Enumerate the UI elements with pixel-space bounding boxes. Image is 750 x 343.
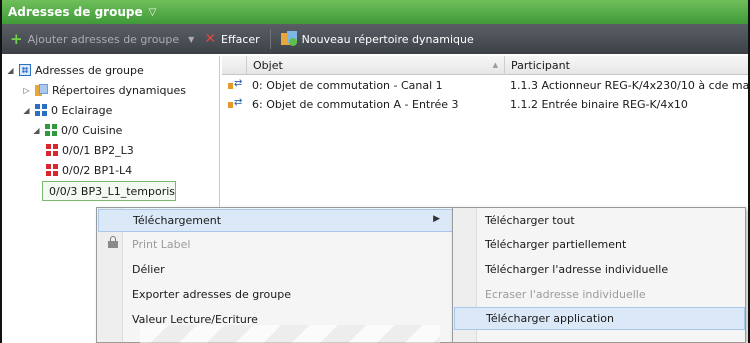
menu-item-label: Exporter adresses de groupe xyxy=(132,288,291,301)
new-dynamic-folder-button[interactable]: Nouveau répertoire dynamique xyxy=(280,24,484,54)
panel-title-bar[interactable]: Adresses de groupe ▽ xyxy=(2,0,748,24)
table-cell-participant: 1.1.2 Entrée binaire REG-K/4x10 xyxy=(510,98,688,111)
menu-item-label: Délier xyxy=(132,263,165,276)
panel-title: Adresses de groupe xyxy=(8,5,143,19)
submenu-item-label: Télécharger tout xyxy=(485,214,575,227)
submenu-arrow-icon: ▶ xyxy=(433,214,440,224)
objects-table: Objet ▲ Participant ⇄ 0: Objet de commut… xyxy=(222,56,748,186)
menu-item-label: Print Label xyxy=(132,238,191,251)
submenu-item-download-all[interactable]: Télécharger tout xyxy=(454,209,745,232)
delete-x-icon: ✕ xyxy=(204,31,217,47)
table-row[interactable]: ⇄ 0: Objet de commutation - Canal 1 1.1.… xyxy=(222,76,748,95)
table-cell-objet: 6: Objet de commutation A - Entrée 3 xyxy=(252,98,459,111)
column-header-participant[interactable]: Participant xyxy=(504,56,748,75)
table-row[interactable]: ⇄ 6: Objet de commutation A - Entrée 3 1… xyxy=(222,95,748,114)
submenu-item-label: Télécharger l'adresse individuelle xyxy=(485,263,669,276)
delete-label: Effacer xyxy=(221,32,260,46)
dynamic-folder-icon xyxy=(35,83,48,97)
menu-item-label: Téléchargement xyxy=(133,214,222,227)
bottom-watermark-stripes xyxy=(140,325,440,343)
tree-node-address-label: 0/0/3 BP3_L1_temporisé xyxy=(49,184,176,198)
table-cell-participant: 1.1.3 Actionneur REG-K/4x230/10 à cde ma… xyxy=(510,79,748,92)
group-address-icon xyxy=(46,164,58,176)
expanded-arrow-icon[interactable]: ◢ xyxy=(22,106,31,115)
submenu-item-download-individual-address[interactable]: Télécharger l'adresse individuelle xyxy=(454,258,745,281)
menu-item-telechargement[interactable]: Téléchargement ▶ xyxy=(98,209,453,232)
table-cell-objet: 0: Objet de commutation - Canal 1 xyxy=(252,79,443,92)
column-header-objet[interactable]: Objet ▲ xyxy=(246,56,504,75)
tree-node-main-group-label: 0 Eclairage xyxy=(51,103,113,117)
chevron-down-icon[interactable]: ▼ xyxy=(188,35,194,44)
lock-icon xyxy=(108,236,118,249)
tree-node-root[interactable]: ◢ Adresses de groupe xyxy=(6,60,144,80)
tree-node-middle-group-label: 0/0 Cuisine xyxy=(61,123,123,137)
expanded-arrow-icon[interactable]: ◢ xyxy=(32,126,41,135)
column-header-icon[interactable] xyxy=(222,56,246,75)
tree-node-address-selected[interactable]: 0/0/3 BP3_L1_temporisé xyxy=(42,181,176,201)
tree-node-middle-group[interactable]: ◢ 0/0 Cuisine xyxy=(32,120,122,140)
column-header-participant-label: Participant xyxy=(511,59,570,72)
middle-group-icon xyxy=(45,124,57,136)
tree-node-dynamic-folders[interactable]: ▷ Répertoires dynamiques xyxy=(22,80,186,100)
toolbar: + Ajouter adresses de groupe ▼ ✕ Effacer… xyxy=(2,24,748,54)
group-addresses-icon xyxy=(19,64,31,76)
submenu-item-label: Télécharger partiellement xyxy=(485,238,627,251)
download-submenu: Télécharger tout Télécharger partielleme… xyxy=(452,207,746,343)
tree-node-address-label: 0/0/2 BP1-L4 xyxy=(62,163,133,177)
tree-node-main-group[interactable]: ◢ 0 Eclairage xyxy=(22,100,112,120)
tree-node-address-label: 0/0/1 BP2_L3 xyxy=(62,143,134,157)
panel-dropdown-icon[interactable]: ▽ xyxy=(149,7,157,18)
new-dynamic-folder-label: Nouveau répertoire dynamique xyxy=(301,32,474,46)
table-header: Objet ▲ Participant xyxy=(222,56,748,75)
tree-node-dynamic-label: Répertoires dynamiques xyxy=(52,83,186,97)
toolbar-divider xyxy=(269,29,271,49)
delete-button[interactable]: ✕ Effacer xyxy=(204,24,269,54)
plus-icon: + xyxy=(10,30,23,48)
menu-item-delier[interactable]: Délier xyxy=(98,258,453,281)
tree-node-root-label: Adresses de groupe xyxy=(35,63,144,77)
add-group-address-button[interactable]: + Ajouter adresses de groupe ▼ xyxy=(10,24,204,54)
expanded-arrow-icon[interactable]: ◢ xyxy=(6,66,15,75)
main-group-icon xyxy=(35,104,47,116)
dynamic-folder-icon xyxy=(280,31,297,47)
column-header-objet-label: Objet xyxy=(253,59,283,72)
submenu-item-label: Ecraser l'adresse individuelle xyxy=(485,288,646,301)
tree-node-address[interactable]: 0/0/1 BP2_L3 xyxy=(46,140,134,160)
group-address-icon xyxy=(46,144,58,156)
add-group-address-label: Ajouter adresses de groupe xyxy=(27,32,180,46)
context-menu: Téléchargement ▶ Print Label Délier Expo… xyxy=(96,207,454,343)
submenu-item-download-application[interactable]: Télécharger application xyxy=(454,307,745,330)
object-icon: ⇄ xyxy=(228,95,244,114)
submenu-item-download-partial[interactable]: Télécharger partiellement xyxy=(454,233,745,256)
submenu-item-overwrite-individual-address[interactable]: Ecraser l'adresse individuelle xyxy=(454,283,745,306)
submenu-item-label: Télécharger application xyxy=(486,312,614,325)
collapsed-arrow-icon[interactable]: ▷ xyxy=(22,86,31,95)
object-icon: ⇄ xyxy=(228,76,244,95)
sort-up-icon: ▲ xyxy=(492,61,498,69)
tree-node-address[interactable]: 0/0/2 BP1-L4 xyxy=(46,160,132,180)
menu-item-print-label[interactable]: Print Label xyxy=(98,233,453,256)
menu-item-exporter[interactable]: Exporter adresses de groupe xyxy=(98,283,453,306)
